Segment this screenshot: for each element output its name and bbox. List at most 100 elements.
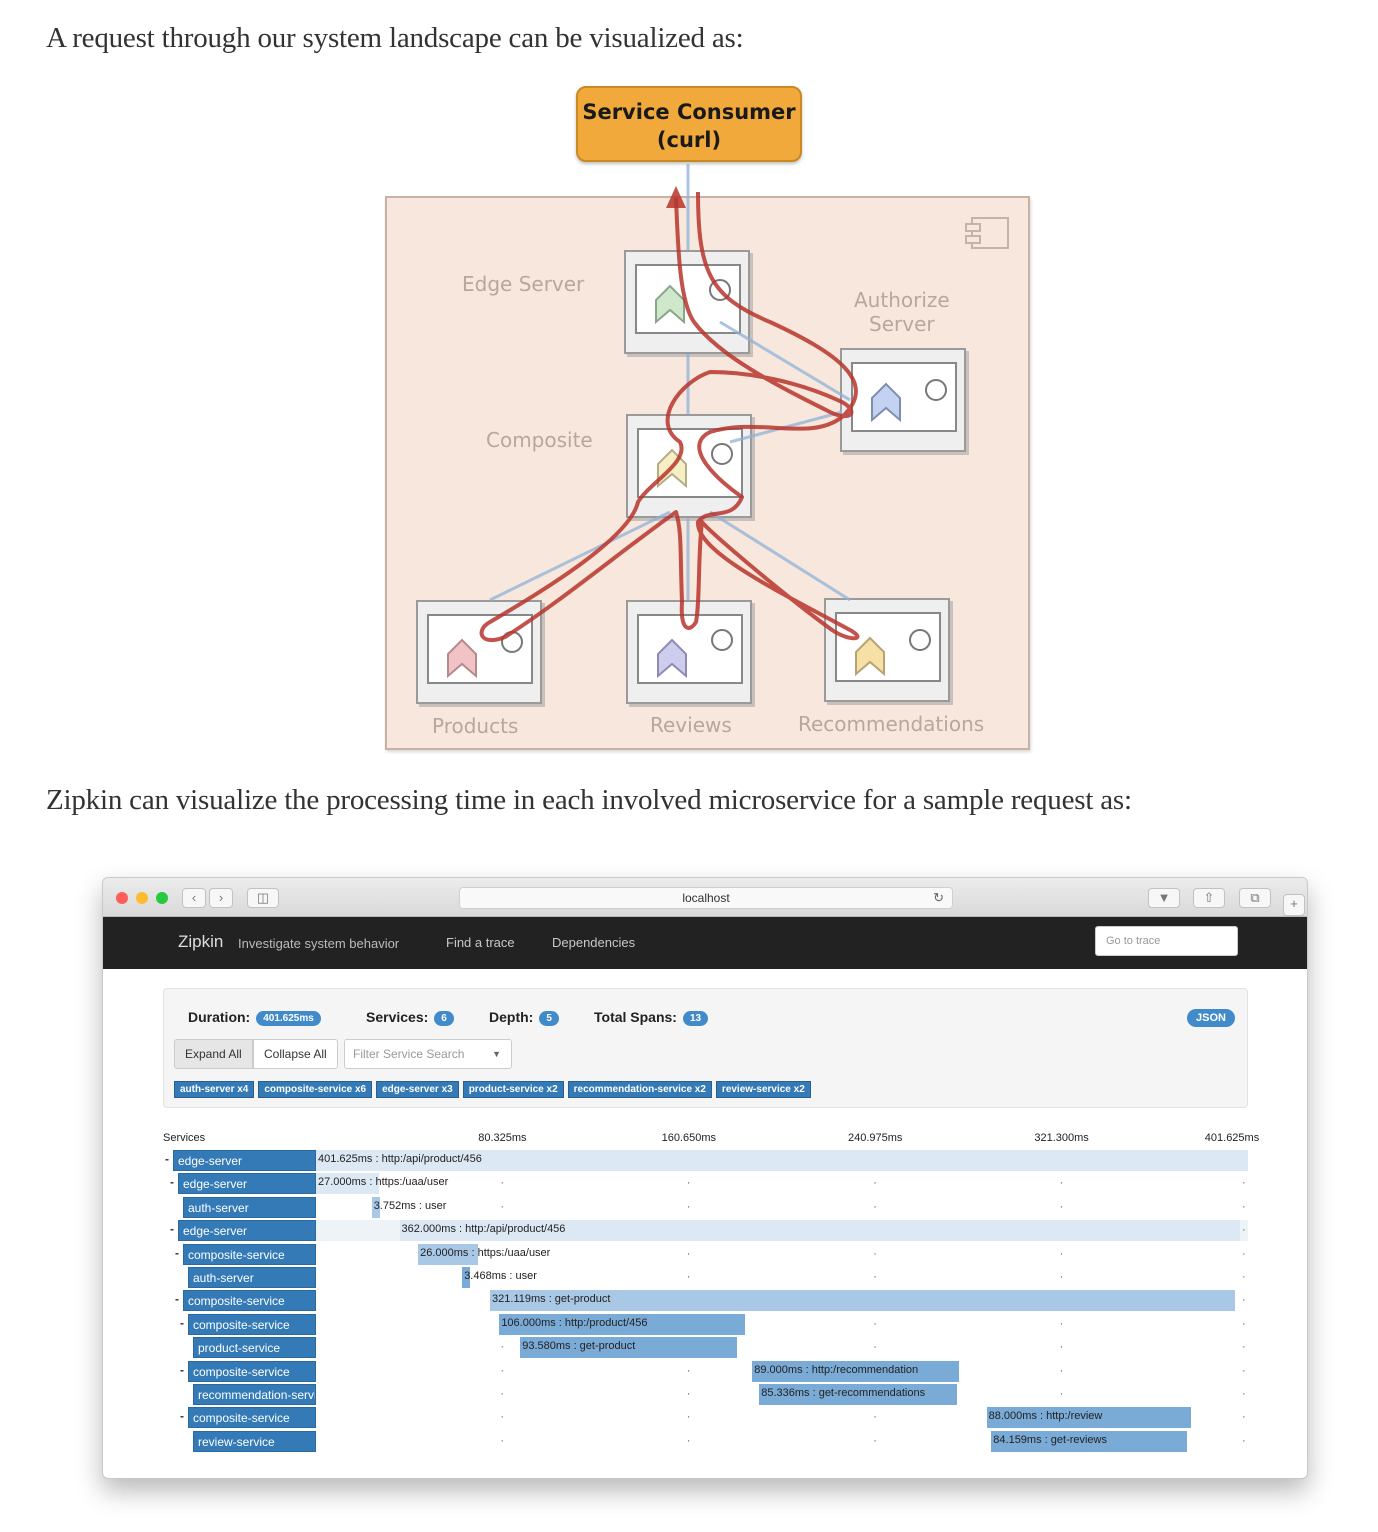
span-service-name: edge-server	[178, 1173, 316, 1195]
span-row[interactable]: recommendation-service·····85.336ms : ge…	[163, 1384, 1248, 1405]
gridline-dot: ·	[873, 1434, 877, 1447]
service-tag[interactable]: edge-server x3	[376, 1081, 459, 1098]
gridline-dot: ·	[873, 1200, 877, 1213]
gridline-dot: ·	[873, 1317, 877, 1330]
zipkin-paragraph: Zipkin can visualize the processing time…	[46, 784, 1132, 816]
spans-label: Total Spans:	[594, 1009, 677, 1025]
collapse-toggle-icon[interactable]: -	[180, 1409, 184, 1423]
span-service-name: auth-server	[183, 1196, 316, 1218]
span-service-name: composite-service	[188, 1360, 316, 1382]
service-tag[interactable]: auth-server x4	[174, 1081, 255, 1098]
span-service-name: auth-server	[188, 1267, 316, 1288]
nav-find-trace[interactable]: Find a trace	[446, 935, 515, 950]
collapse-toggle-icon[interactable]: -	[180, 1363, 184, 1377]
gridline-dot: ·	[1059, 1177, 1064, 1190]
filter-service-select[interactable]: Filter Service Search ▼	[344, 1039, 512, 1069]
span-row[interactable]: - composite-service · · · · · 26.000ms : https:…	[163, 1243, 1248, 1265]
gridline-dot: ·	[1242, 1224, 1246, 1237]
gridline-dot: ·	[1242, 1434, 1246, 1447]
collapse-toggle-icon[interactable]: -	[175, 1246, 179, 1260]
nav-dependencies[interactable]: Dependencies	[552, 935, 635, 950]
gridline-dot: ·	[686, 1364, 691, 1377]
timeline-tick-label: 321.300ms	[1034, 1132, 1089, 1144]
spans-stat: Total Spans: 13	[594, 1009, 709, 1026]
span-row[interactable]: -composite-service·····89.000ms : http:/…	[163, 1360, 1248, 1382]
span-label: 321.119ms : get-product	[492, 1293, 611, 1306]
span-timeline-track: ·····106.000ms : http:/product/456	[316, 1313, 1248, 1335]
span-service-name: composite-service	[188, 1313, 316, 1335]
request-flow-arrows	[479, 164, 860, 642]
depth-badge: 5	[539, 1011, 559, 1026]
gridline-dot: ·	[873, 1271, 877, 1283]
span-row[interactable]: -edge-server·····362.000ms : http:/api/p…	[163, 1220, 1248, 1242]
span-timeline-track: ·····93.580ms : get-product	[316, 1337, 1248, 1359]
gridline-dot: ·	[500, 1388, 505, 1400]
span-row[interactable]: - edge-server · · · · · 27.000ms : https:/uaa/u…	[163, 1173, 1248, 1195]
span-timeline-track: · · · · · 3.468ms : user	[316, 1267, 1248, 1288]
span-row[interactable]: auth-server · · · · · 3.752ms : user	[163, 1196, 1248, 1218]
span-label: 401.625ms : http:/api/product/456	[318, 1153, 482, 1165]
forward-icon[interactable]: ›	[209, 888, 233, 908]
system-landscape-diagram: Service Consumer (curl) Edge Server Auth…	[380, 82, 1040, 758]
service-tag[interactable]: composite-service x6	[258, 1081, 373, 1098]
span-row[interactable]: -composite-service·····321.119ms : get-p…	[163, 1290, 1248, 1312]
services-column-header: Services	[163, 1132, 206, 1144]
span-row[interactable]: auth-server · · · · · 3.468ms : user	[163, 1267, 1248, 1288]
span-row[interactable]: -composite-service·····106.000ms : http:…	[163, 1313, 1248, 1335]
gridline-dot: ·	[873, 1341, 877, 1354]
duration-label: Duration:	[188, 1009, 251, 1025]
timeline-tick-label: 80.325ms	[478, 1132, 527, 1144]
go-to-trace-input[interactable]: Go to trace	[1095, 926, 1238, 956]
span-timeline-track: · · · · · 26.000ms : https:/uaa/user	[316, 1243, 1248, 1265]
gridline-dot: ·	[1242, 1364, 1246, 1377]
gridline-dot: ·	[686, 1271, 691, 1283]
downloads-icon[interactable]: ▼	[1148, 888, 1180, 908]
spans-badge: 13	[682, 1011, 709, 1026]
span-timeline-track: ·····84.159ms : get-reviews	[316, 1430, 1248, 1452]
gridline-dot: ·	[1242, 1388, 1246, 1400]
span-row[interactable]: -edge-server·····401.625ms : http:/api/p…	[163, 1150, 1248, 1171]
timeline-tick-label: 401.625ms	[1204, 1132, 1260, 1144]
span-row[interactable]: review-service·····84.159ms : get-review…	[163, 1430, 1248, 1452]
json-button[interactable]: JSON	[1187, 1009, 1235, 1027]
gridline-dot: ·	[1059, 1317, 1064, 1330]
share-icon[interactable]: ⇧	[1193, 888, 1225, 908]
zipkin-brand[interactable]: Zipkin	[178, 932, 223, 952]
span-service-name: composite-service	[183, 1243, 316, 1265]
expand-all-button[interactable]: Expand All	[174, 1039, 253, 1069]
service-tag[interactable]: product-service x2	[462, 1081, 564, 1098]
gridline-dot: ·	[500, 1200, 505, 1213]
services-badge: 6	[434, 1011, 454, 1026]
zipkin-tagline: Investigate system behavior	[238, 936, 400, 951]
new-tab-icon[interactable]: +	[1283, 894, 1305, 916]
span-service-name: composite-service	[183, 1290, 316, 1312]
collapse-toggle-icon[interactable]: -	[170, 1222, 174, 1236]
span-row[interactable]: product-service·····93.580ms : get-produ…	[163, 1337, 1248, 1359]
collapse-toggle-icon[interactable]: -	[165, 1152, 169, 1166]
collapse-toggle-icon[interactable]: -	[180, 1316, 184, 1330]
gridline-dot: ·	[500, 1341, 505, 1354]
minimize-window-button[interactable]	[136, 892, 148, 904]
gridline-dot: ·	[1242, 1271, 1246, 1283]
sidebar-icon[interactable]: ◫	[247, 888, 279, 908]
address-bar[interactable]: localhost ↻	[459, 887, 953, 909]
filter-placeholder: Filter Service Search	[353, 1047, 465, 1061]
reload-icon[interactable]: ↻	[933, 888, 944, 908]
span-timeline-track: ·····401.625ms : http:/api/product/456	[316, 1150, 1248, 1171]
zoom-window-button[interactable]	[156, 892, 168, 904]
span-label: 89.000ms : http:/recommendation	[754, 1363, 919, 1376]
tabs-icon[interactable]: ⧉	[1239, 888, 1271, 908]
back-icon[interactable]: ‹	[182, 888, 206, 908]
service-tag[interactable]: recommendation-service x2	[567, 1081, 712, 1098]
service-tag[interactable]: review-service x2	[715, 1081, 811, 1098]
collapse-all-button[interactable]: Collapse All	[253, 1039, 338, 1069]
gridline-dot: ·	[1242, 1317, 1246, 1330]
span-label: 3.468ms : user	[464, 1270, 537, 1282]
span-label: 106.000ms : http:/product/456	[501, 1316, 648, 1329]
span-timeline-track: ·····89.000ms : http:/recommendation	[316, 1360, 1248, 1382]
span-row[interactable]: -composite-service·····88.000ms : http:/…	[163, 1407, 1248, 1429]
collapse-toggle-icon[interactable]: -	[170, 1175, 174, 1189]
services-label: Services:	[366, 1009, 429, 1025]
collapse-toggle-icon[interactable]: -	[175, 1292, 179, 1306]
close-window-button[interactable]	[116, 892, 128, 904]
